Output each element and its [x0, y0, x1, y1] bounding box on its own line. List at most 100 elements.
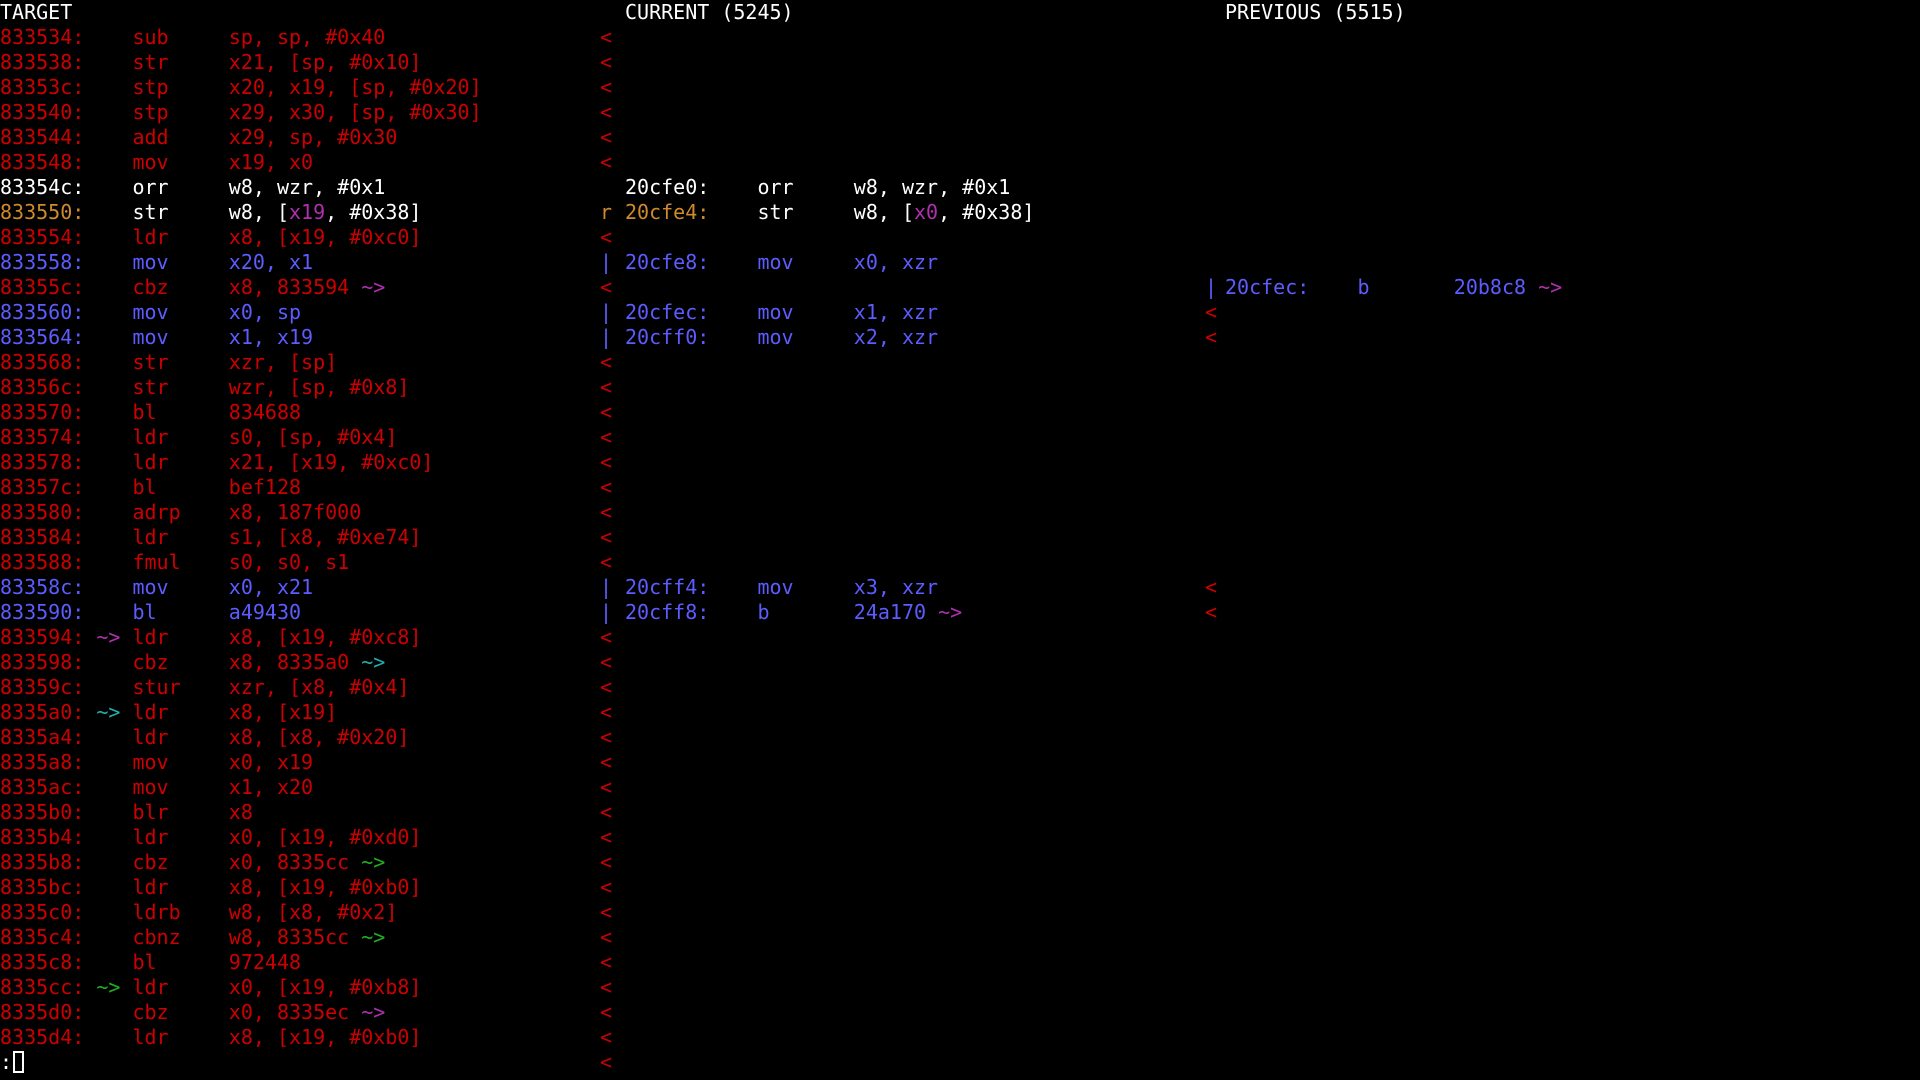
target-instruction-row: 833568: str xzr, [sp] [0, 350, 338, 374]
branch-arrow: ~> [361, 850, 386, 874]
current-diff-marker: < [600, 125, 613, 149]
target-instruction-row: 8335b4: ldr x0, [x19, #0xd0] [0, 825, 422, 849]
target-instruction-row: 833570: bl 834688 [0, 400, 302, 424]
current-instruction-row: 20cfe0: orr w8, wzr, #0x1 [625, 175, 1011, 199]
instruction-text-segment: 8335a0: [0, 700, 97, 724]
current-diff-marker: < [600, 475, 613, 499]
branch-arrow: ~> [361, 1000, 386, 1024]
current-instruction-row: 20cff0: mov x2, xzr [625, 325, 939, 349]
previous-diff-marker: < [1205, 575, 1218, 599]
current-diff-marker: < [600, 675, 613, 699]
current-diff-marker: < [600, 375, 613, 399]
current-diff-marker: < [600, 925, 613, 949]
target-instruction-row: 833590: bl a49430 [0, 600, 302, 624]
target-instruction-row: 833584: ldr s1, [x8, #0xe74] [0, 525, 422, 549]
current-diff-marker: < [600, 975, 613, 999]
branch-arrow: ~> [1538, 275, 1563, 299]
target-instruction-row: 8335d0: cbz x0, 8335ec ~> [0, 1000, 385, 1025]
current-diff-marker: < [600, 550, 613, 574]
instruction-text-segment: str w8, [ [84, 200, 289, 224]
target-instruction-row: 833574: ldr s0, [sp, #0x4] [0, 425, 398, 449]
terminal-screen: TARGET CURRENT (5245) PREVIOUS (5515) 83… [0, 0, 1920, 1080]
current-diff-marker: < [600, 225, 613, 249]
current-diff-marker: | [600, 600, 613, 624]
target-instruction-row: 8335bc: ldr x8, [x19, #0xb0] [0, 875, 422, 899]
instruction-text-segment: 83355c: cbz x8, 833594 [0, 275, 362, 299]
current-diff-marker: < [600, 800, 613, 824]
current-instruction-row: 20cfec: mov x1, xzr [625, 300, 939, 324]
branch-arrow: ~> [96, 625, 121, 649]
current-diff-marker: < [600, 850, 613, 874]
instruction-text-segment: 20cfe4: [625, 200, 710, 224]
target-instruction-row: 8335b0: blr x8 [0, 800, 253, 824]
current-diff-marker: < [600, 700, 613, 724]
current-diff-marker: < [600, 450, 613, 474]
instruction-text-segment: ldr x8, [x19] [120, 700, 338, 724]
target-instruction-row: 8335c8: bl 972448 [0, 950, 302, 974]
current-instruction-row: 20cff8: b 24a170 ~> [625, 600, 962, 625]
previous-diff-marker: < [1205, 300, 1218, 324]
command-prompt[interactable]: : [0, 1050, 25, 1075]
instruction-text-segment: 8335c4: cbnz w8, 8335cc [0, 925, 362, 949]
current-diff-marker: < [600, 900, 613, 924]
target-instruction-row: 833598: cbz x8, 8335a0 ~> [0, 650, 385, 675]
branch-arrow: ~> [96, 975, 121, 999]
target-column-header: TARGET [0, 0, 73, 24]
current-diff-marker: | [600, 575, 613, 599]
branch-arrow: ~> [361, 650, 386, 674]
target-instruction-row: 833588: fmul s0, s0, s1 [0, 550, 350, 574]
target-instruction-row: 8335c0: ldrb w8, [x8, #0x2] [0, 900, 398, 924]
branch-arrow: ~> [96, 700, 121, 724]
current-diff-marker: < [600, 625, 613, 649]
current-diff-marker: < [600, 525, 613, 549]
target-instruction-row: 833544: add x29, sp, #0x30 [0, 125, 398, 149]
target-instruction-row: 833578: ldr x21, [x19, #0xc0] [0, 450, 434, 474]
current-diff-marker: | [600, 250, 613, 274]
target-instruction-row: 833558: mov x20, x1 [0, 250, 314, 274]
target-instruction-row: 83357c: bl bef128 [0, 475, 302, 499]
instruction-text-segment: str w8, [ [709, 200, 914, 224]
current-diff-marker: < [600, 875, 613, 899]
target-instruction-row: 833540: stp x29, x30, [sp, #0x30] [0, 100, 482, 124]
instruction-text-segment: x0 [914, 200, 939, 224]
current-instruction-row: 20cfe4: str w8, [x0, #0x38] [625, 200, 1034, 225]
branch-arrow: ~> [361, 925, 386, 949]
current-diff-marker: < [600, 50, 613, 74]
text-cursor [13, 1051, 25, 1073]
target-instruction-row: 833594: ~> ldr x8, [x19, #0xc8] [0, 625, 421, 650]
current-diff-marker: < [600, 825, 613, 849]
instruction-text-segment: ldr x0, [x19, #0xb8] [120, 975, 422, 999]
current-diff-marker: < [600, 1000, 613, 1024]
instruction-text-segment: 833550: [0, 200, 85, 224]
current-diff-marker: < [600, 500, 613, 524]
current-instruction-row: 20cfe8: mov x0, xzr [625, 250, 939, 274]
target-instruction-row: 8335c4: cbnz w8, 8335cc ~> [0, 925, 385, 950]
current-diff-marker: < [600, 150, 613, 174]
current-diff-marker: < [600, 350, 613, 374]
target-instruction-row: 833538: str x21, [sp, #0x10] [0, 50, 422, 74]
instruction-text-segment: 833594: [0, 625, 97, 649]
previous-diff-marker: < [1205, 600, 1218, 624]
current-column-header: CURRENT (5245) [625, 0, 794, 24]
current-diff-marker: < [600, 775, 613, 799]
target-instruction-row: 833550: str w8, [x19, #0x38] [0, 200, 421, 225]
current-diff-marker: < [600, 650, 613, 674]
previous-diff-marker: < [1205, 325, 1218, 349]
current-instruction-row: 20cff4: mov x3, xzr [625, 575, 939, 599]
target-instruction-row: 8335b8: cbz x0, 8335cc ~> [0, 850, 385, 875]
instruction-text-segment: 20cfec: b 20b8c8 [1225, 275, 1539, 299]
previous-instruction-row: 20cfec: b 20b8c8 ~> [1225, 275, 1562, 300]
current-diff-marker: < [600, 725, 613, 749]
instruction-text-segment: , #0x38] [325, 200, 422, 224]
current-diff-marker: < [600, 1025, 613, 1049]
current-diff-marker: < [600, 75, 613, 99]
current-diff-marker: r [600, 200, 613, 224]
branch-arrow: ~> [361, 275, 386, 299]
current-diff-marker: < [600, 100, 613, 124]
target-instruction-row: 8335a8: mov x0, x19 [0, 750, 314, 774]
target-instruction-row: 83358c: mov x0, x21 [0, 575, 314, 599]
branch-arrow: ~> [938, 600, 963, 624]
current-diff-marker: < [600, 950, 613, 974]
instruction-text-segment: 8335cc: [0, 975, 97, 999]
target-instruction-row: 833564: mov x1, x19 [0, 325, 314, 349]
